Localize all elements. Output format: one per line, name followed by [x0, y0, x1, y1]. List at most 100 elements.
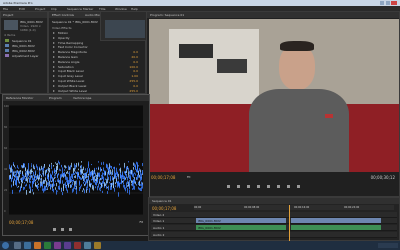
extract-icon[interactable]: [297, 185, 300, 188]
loop-icon[interactable]: [257, 185, 260, 188]
waveform-sample: [67, 183, 68, 186]
disclosure-triangle-icon[interactable]: [53, 46, 55, 49]
disclosure-triangle-icon[interactable]: [53, 65, 55, 68]
waveform-sample: [76, 172, 77, 174]
effect-row[interactable]: Fast Color Corrector: [52, 45, 142, 49]
disclosure-triangle-icon[interactable]: [53, 84, 55, 87]
video-clip[interactable]: IMG_0001.MOV: [196, 218, 286, 223]
effect-row[interactable]: Time Remapping: [52, 41, 142, 45]
disclosure-triangle-icon[interactable]: [53, 89, 55, 92]
disclosure-triangle-icon[interactable]: [53, 60, 55, 63]
waveform-sample: [107, 178, 108, 184]
disclosure-triangle-icon[interactable]: [53, 36, 55, 39]
tab-reference-monitor[interactable]: Reference Monitor: [6, 96, 33, 100]
disclosure-triangle-icon[interactable]: [53, 41, 55, 44]
waveform-sample: [69, 176, 70, 180]
waveform-sample: [129, 174, 130, 179]
waveform-sample: [132, 170, 133, 173]
disclosure-triangle-icon[interactable]: [53, 75, 55, 78]
program-duration: 00;00;30;12: [370, 175, 395, 180]
maximize-button[interactable]: [386, 1, 390, 5]
effect-row[interactable]: Output White Level 255.0: [52, 89, 142, 93]
scope-zoom[interactable]: Fit: [139, 220, 143, 224]
transport-controls: [227, 184, 337, 190]
taskbar-app-icon[interactable]: [14, 242, 21, 249]
audio-track-2[interactable]: Audio 2: [151, 232, 397, 238]
waveform-sample: [49, 180, 50, 185]
list-item[interactable]: Sequence 01: [5, 39, 43, 43]
effect-row[interactable]: Input Gray Level 1.00: [52, 74, 142, 78]
play-icon[interactable]: [53, 228, 56, 231]
waveform-sample: [41, 165, 42, 170]
close-button[interactable]: [391, 1, 397, 5]
taskbar-app-icon[interactable]: [74, 242, 81, 249]
taskbar-app-icon[interactable]: [34, 242, 41, 249]
tab-effect-controls[interactable]: Effect Controls: [52, 13, 74, 17]
taskbar-app-icon[interactable]: [94, 242, 101, 249]
effect-row[interactable]: Input White Level 255.0: [52, 79, 142, 83]
step-forward-icon[interactable]: [61, 228, 64, 231]
waveform-sample: [137, 166, 138, 171]
list-item[interactable]: Adjustment Layer: [5, 54, 43, 58]
waveform-sample: [140, 176, 141, 179]
taskbar-app-icon[interactable]: [84, 242, 91, 249]
effect-row[interactable]: Balance Gain 20.0: [52, 55, 142, 59]
disclosure-triangle-icon[interactable]: [53, 32, 55, 34]
disclosure-triangle-icon[interactable]: [53, 70, 55, 73]
audio-clip[interactable]: IMG_0001.MOV: [196, 225, 286, 230]
video-clip[interactable]: [291, 218, 381, 223]
effect-row[interactable]: Balance Magnitude 0.0: [52, 50, 142, 54]
effect-row-value[interactable]: 20.0: [131, 55, 138, 59]
start-button[interactable]: [2, 242, 9, 249]
premiere-taskbar-icon[interactable]: [64, 242, 71, 249]
tab-project[interactable]: Project: [3, 13, 13, 17]
gang-icon[interactable]: [69, 228, 72, 231]
step-back-icon[interactable]: [227, 185, 230, 188]
effect-row-value[interactable]: 255.0: [129, 79, 138, 83]
program-zoom[interactable]: Fit: [187, 175, 191, 179]
lift-icon[interactable]: [287, 185, 290, 188]
waveform-sample: [14, 178, 15, 181]
tab-vectorscope[interactable]: Vectorscope: [73, 96, 91, 100]
disclosure-triangle-icon[interactable]: [53, 80, 55, 82]
effect-row[interactable]: Saturation 100.0: [52, 65, 142, 69]
taskbar-app-icon[interactable]: [24, 242, 31, 249]
taskbar-app-icon[interactable]: [44, 242, 51, 249]
disclosure-triangle-icon[interactable]: [53, 56, 55, 58]
effect-row-value[interactable]: 0.0: [133, 69, 138, 73]
effect-row[interactable]: Balance Angle 0.0: [52, 60, 142, 64]
waveform-sample: [66, 185, 67, 187]
waveform-sample: [142, 172, 143, 174]
tab-program[interactable]: Program: Sequence 01: [150, 13, 184, 17]
waveform-sample: [76, 185, 77, 190]
mark-in-icon[interactable]: [267, 185, 270, 188]
effect-row[interactable]: Input Black Level 0.0: [52, 69, 142, 73]
step-forward-icon[interactable]: [247, 185, 250, 188]
effect-row-value[interactable]: 0.0: [133, 84, 138, 88]
tab-program-scope[interactable]: Program: [49, 96, 62, 100]
video-track-1[interactable]: Video 1 IMG_0001.MOV: [151, 218, 397, 224]
list-item[interactable]: IMG_0001.MOV: [5, 44, 43, 48]
audio-track-1[interactable]: Audio 1 IMG_0001.MOV: [151, 225, 397, 231]
effect-row-value[interactable]: 1.00: [131, 74, 138, 78]
tab-sequence[interactable]: Sequence 01: [152, 199, 172, 203]
taskbar-app-icon[interactable]: [54, 242, 61, 249]
playhead[interactable]: [289, 205, 290, 241]
waveform-sample: [79, 180, 80, 185]
effect-row-value[interactable]: 0.0: [133, 60, 138, 64]
waveform-sample: [60, 181, 61, 184]
disclosure-triangle-icon[interactable]: [53, 51, 55, 54]
play-icon[interactable]: [237, 185, 240, 188]
audio-clip[interactable]: [291, 225, 381, 230]
effect-row[interactable]: Output Black Level 0.0: [52, 84, 142, 88]
effect-row-value[interactable]: 100.0: [129, 65, 138, 69]
effect-row-value[interactable]: 0.0: [133, 50, 138, 54]
waveform-sample: [108, 167, 109, 171]
minimize-button[interactable]: [380, 1, 384, 5]
waveform-sample: [11, 178, 12, 182]
list-item[interactable]: IMG_0002.MOV: [5, 49, 43, 53]
mark-out-icon[interactable]: [277, 185, 280, 188]
effect-row-value[interactable]: 255.0: [129, 89, 138, 93]
waveform-sample: [71, 173, 72, 178]
waveform-sample: [42, 181, 43, 187]
